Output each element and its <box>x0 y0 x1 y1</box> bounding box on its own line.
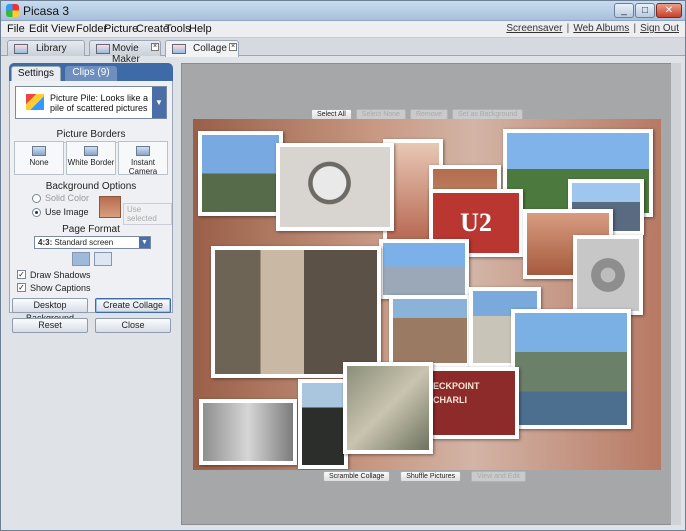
tab-movie-maker[interactable]: Movie Maker × <box>89 40 161 65</box>
border-white-button[interactable]: White Border <box>66 141 116 175</box>
close-button[interactable]: Close <box>95 318 171 333</box>
border-instant-label: Instant Camera <box>128 158 158 176</box>
panel-tabs: Settings Clips (9) <box>9 63 173 81</box>
dropdown-arrow-icon[interactable]: ▼ <box>139 237 150 248</box>
border-none-icon <box>32 146 46 156</box>
draw-shadows-label: Draw Shadows <box>30 270 91 280</box>
close-window-button[interactable]: ✕ <box>656 3 682 18</box>
solid-color-radio[interactable] <box>32 194 41 203</box>
scramble-collage-button[interactable]: Scramble Collage <box>323 471 391 482</box>
sign-out-link[interactable]: Sign Out <box>640 23 679 34</box>
white-border-icon <box>84 146 98 156</box>
collage-photo[interactable] <box>298 379 348 469</box>
vertical-scrollbar[interactable] <box>671 63 681 525</box>
menu-tools[interactable]: Tools <box>165 23 191 35</box>
format-ratio: 4:3: <box>38 238 53 247</box>
movie-icon <box>96 44 110 54</box>
menu-bar: File Edit View Folder Picture Create Too… <box>1 21 685 38</box>
border-none-label: None <box>29 158 49 167</box>
close-tab-icon[interactable]: × <box>151 43 159 51</box>
border-instant-camera-button[interactable]: Instant Camera <box>118 141 168 176</box>
reset-button[interactable]: Reset <box>12 318 88 333</box>
menu-edit[interactable]: Edit <box>29 23 48 35</box>
desktop-background-button[interactable]: Desktop Background <box>12 298 88 323</box>
collage-canvas[interactable]: U2 ECKPOINT CHARLI <box>193 119 661 470</box>
menu-folder[interactable]: Folder <box>76 23 107 35</box>
tab-library[interactable]: Library <box>7 40 85 56</box>
collage-photo[interactable] <box>198 131 283 216</box>
library-icon <box>14 44 28 54</box>
canvas-bottom-controls: Scramble Collage Shuffle Pictures View a… <box>323 471 526 482</box>
menu-help[interactable]: Help <box>189 23 212 35</box>
style-label: Picture Pile: Looks like a pile of scatt… <box>50 93 149 113</box>
minimize-button[interactable]: _ <box>614 3 634 18</box>
use-selected-button[interactable]: Use selected <box>123 203 172 225</box>
tab-label: Collage <box>193 43 227 54</box>
collage-photo[interactable] <box>199 399 297 465</box>
collage-photo[interactable] <box>343 362 433 454</box>
border-white-label: White Border <box>67 158 115 167</box>
use-image-radio[interactable] <box>32 208 41 217</box>
picasa-window: Picasa 3 _ □ ✕ File Edit View Folder Pic… <box>0 0 686 531</box>
collage-photo[interactable] <box>276 143 394 231</box>
portrait-orientation-icon[interactable] <box>94 252 112 266</box>
view-tabs: Library Movie Maker × Collage × <box>1 38 685 65</box>
borders-heading: Picture Borders <box>56 129 126 140</box>
window-title: Picasa 3 <box>23 4 70 18</box>
tab-label: Library <box>36 43 67 54</box>
settings-body: Picture Pile: Looks like a pile of scatt… <box>9 81 173 313</box>
page-format-select[interactable]: 4:3: Standard screen ▼ <box>34 236 151 249</box>
tab-collage[interactable]: Collage × <box>165 40 239 57</box>
solid-color-label: Solid Color <box>45 193 90 203</box>
web-albums-link[interactable]: Web Albums <box>573 23 629 34</box>
maximize-button[interactable]: □ <box>635 3 655 18</box>
close-tab-icon[interactable]: × <box>229 43 237 51</box>
page-format-heading: Page Format <box>62 224 120 235</box>
show-captions-label: Show Captions <box>30 283 91 293</box>
use-image-label: Use Image <box>45 207 89 217</box>
collage-style-dropdown[interactable]: Picture Pile: Looks like a pile of scatt… <box>15 86 167 119</box>
dropdown-arrow-icon[interactable]: ▼ <box>152 87 166 118</box>
instant-camera-icon <box>136 146 150 156</box>
border-none-button[interactable]: None <box>14 141 64 175</box>
account-links: Screensaver | Web Albums | Sign Out <box>506 23 679 34</box>
tab-settings[interactable]: Settings <box>11 66 61 81</box>
collage-icon <box>172 44 186 54</box>
picasa-app-icon <box>6 4 19 17</box>
menu-file[interactable]: File <box>7 23 25 35</box>
collage-photo[interactable] <box>379 239 469 299</box>
draw-shadows-checkbox[interactable]: ✓ <box>17 270 26 279</box>
collage-photo-checkpoint[interactable]: ECKPOINT CHARLI <box>425 367 519 439</box>
collage-photo[interactable] <box>573 235 643 315</box>
screensaver-link[interactable]: Screensaver <box>506 23 562 34</box>
show-captions-checkbox[interactable]: ✓ <box>17 283 26 292</box>
title-bar[interactable]: Picasa 3 _ □ ✕ <box>1 1 685 21</box>
create-collage-button[interactable]: Create Collage <box>95 298 171 313</box>
shuffle-pictures-button[interactable]: Shuffle Pictures <box>400 471 462 482</box>
view-and-edit-button[interactable]: View and Edit <box>471 471 526 482</box>
format-value: Standard screen <box>54 238 114 247</box>
collage-photo[interactable] <box>389 295 471 367</box>
collage-photo[interactable] <box>211 246 381 378</box>
background-thumbnail <box>99 196 121 218</box>
menu-view[interactable]: View <box>51 23 75 35</box>
collage-settings-panel: Settings Clips (9) Picture Pile: Looks l… <box>9 63 173 523</box>
landscape-orientation-icon[interactable] <box>72 252 90 266</box>
menu-picture[interactable]: Picture <box>104 23 138 35</box>
background-heading: Background Options <box>45 181 137 192</box>
picture-pile-icon <box>26 94 44 110</box>
tab-clips[interactable]: Clips (9) <box>65 66 117 81</box>
collage-photo[interactable] <box>511 309 631 429</box>
